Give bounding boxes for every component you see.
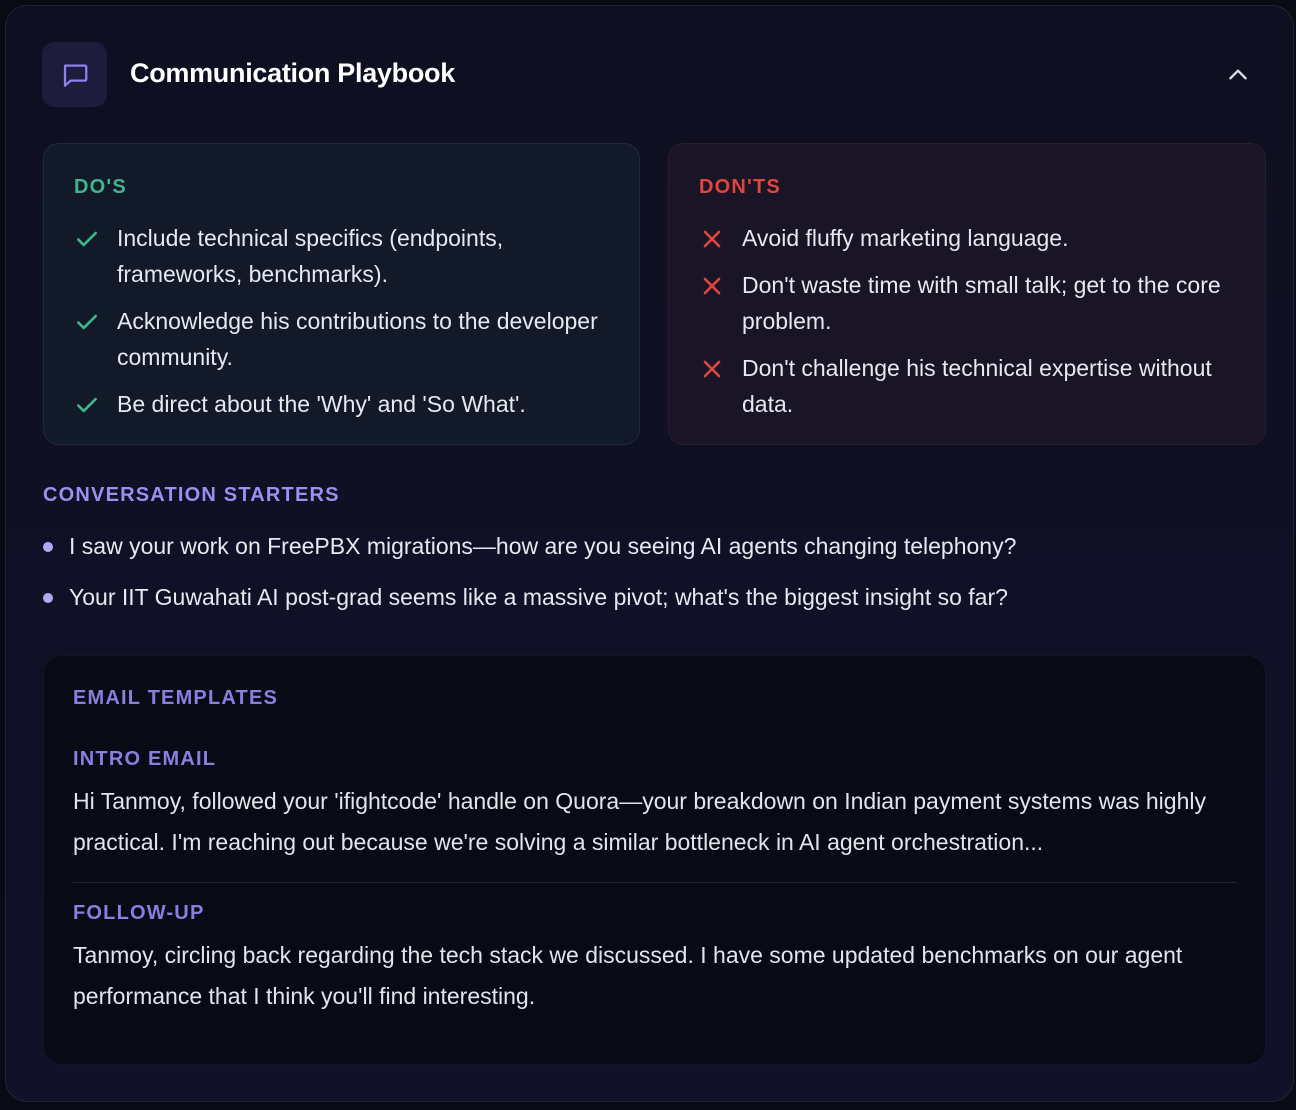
dos-item: Be direct about the 'Why' and 'So What'. (74, 386, 609, 422)
dos-item-text: Be direct about the 'Why' and 'So What'. (117, 391, 526, 417)
dos-heading: DO'S (74, 176, 127, 198)
dos-item: Acknowledge his contributions to the dev… (74, 303, 609, 375)
conversation-starter-item: Your IIT Guwahati AI post-grad seems lik… (43, 579, 1016, 615)
email-templates-box: EMAIL TEMPLATES INTRO EMAIL Hi Tanmoy, f… (43, 655, 1266, 1065)
dos-item-text: Include technical specifics (endpoints, … (117, 225, 504, 287)
intro-email-label: INTRO EMAIL (73, 748, 217, 770)
donts-item-text: Don't waste time with small talk; get to… (742, 272, 1221, 334)
x-icon (703, 230, 721, 248)
follow-up-body: Tanmoy, circling back regarding the tech… (73, 942, 1183, 1009)
email-templates-heading: EMAIL TEMPLATES (73, 687, 279, 709)
bullet-dot-icon (43, 593, 53, 603)
panel-header[interactable]: Communication Playbook (42, 42, 1257, 108)
conversation-starters-list: I saw your work on FreePBX migrations—ho… (43, 528, 1016, 630)
conversation-starter-item: I saw your work on FreePBX migrations—ho… (43, 528, 1016, 564)
donts-item: Don't waste time with small talk; get to… (699, 267, 1235, 339)
check-icon (77, 231, 97, 247)
chevron-up-icon (1229, 69, 1247, 80)
dos-list: Include technical specifics (endpoints, … (74, 220, 609, 433)
dos-item: Include technical specifics (endpoints, … (74, 220, 609, 292)
chat-bubble-icon (42, 42, 107, 107)
check-icon (77, 397, 97, 413)
conversation-starter-text: I saw your work on FreePBX migrations—ho… (69, 533, 1017, 559)
conversation-starters-heading: CONVERSATION STARTERS (43, 484, 340, 506)
follow-up-label: FOLLOW-UP (73, 902, 205, 924)
conversation-starter-text: Your IIT Guwahati AI post-grad seems lik… (69, 584, 1008, 610)
donts-card: DON'TS Avoid fluffy marketing language. … (668, 143, 1266, 445)
donts-item-text: Don't challenge his technical expertise … (742, 355, 1212, 417)
template-divider (73, 882, 1237, 883)
page-title: Communication Playbook (130, 58, 455, 88)
check-icon (77, 314, 97, 330)
donts-list: Avoid fluffy marketing language. Don't w… (699, 220, 1235, 433)
collapse-button[interactable] (1219, 56, 1257, 94)
bullet-dot-icon (43, 542, 53, 552)
dos-card: DO'S Include technical specifics (endpoi… (43, 143, 640, 445)
intro-email-body: Hi Tanmoy, followed your 'ifightcode' ha… (73, 788, 1206, 855)
dos-item-text: Acknowledge his contributions to the dev… (117, 308, 598, 370)
donts-item: Don't challenge his technical expertise … (699, 350, 1235, 422)
x-icon (703, 360, 721, 378)
x-icon (703, 277, 721, 295)
donts-heading: DON'TS (699, 176, 781, 198)
intro-email-template[interactable]: INTRO EMAIL Hi Tanmoy, followed your 'if… (73, 748, 1237, 863)
donts-item-text: Avoid fluffy marketing language. (742, 225, 1069, 251)
follow-up-email-template[interactable]: FOLLOW-UP Tanmoy, circling back regardin… (73, 902, 1237, 1017)
communication-playbook-panel: Communication Playbook DO'S Include tech… (5, 5, 1294, 1102)
donts-item: Avoid fluffy marketing language. (699, 220, 1235, 256)
